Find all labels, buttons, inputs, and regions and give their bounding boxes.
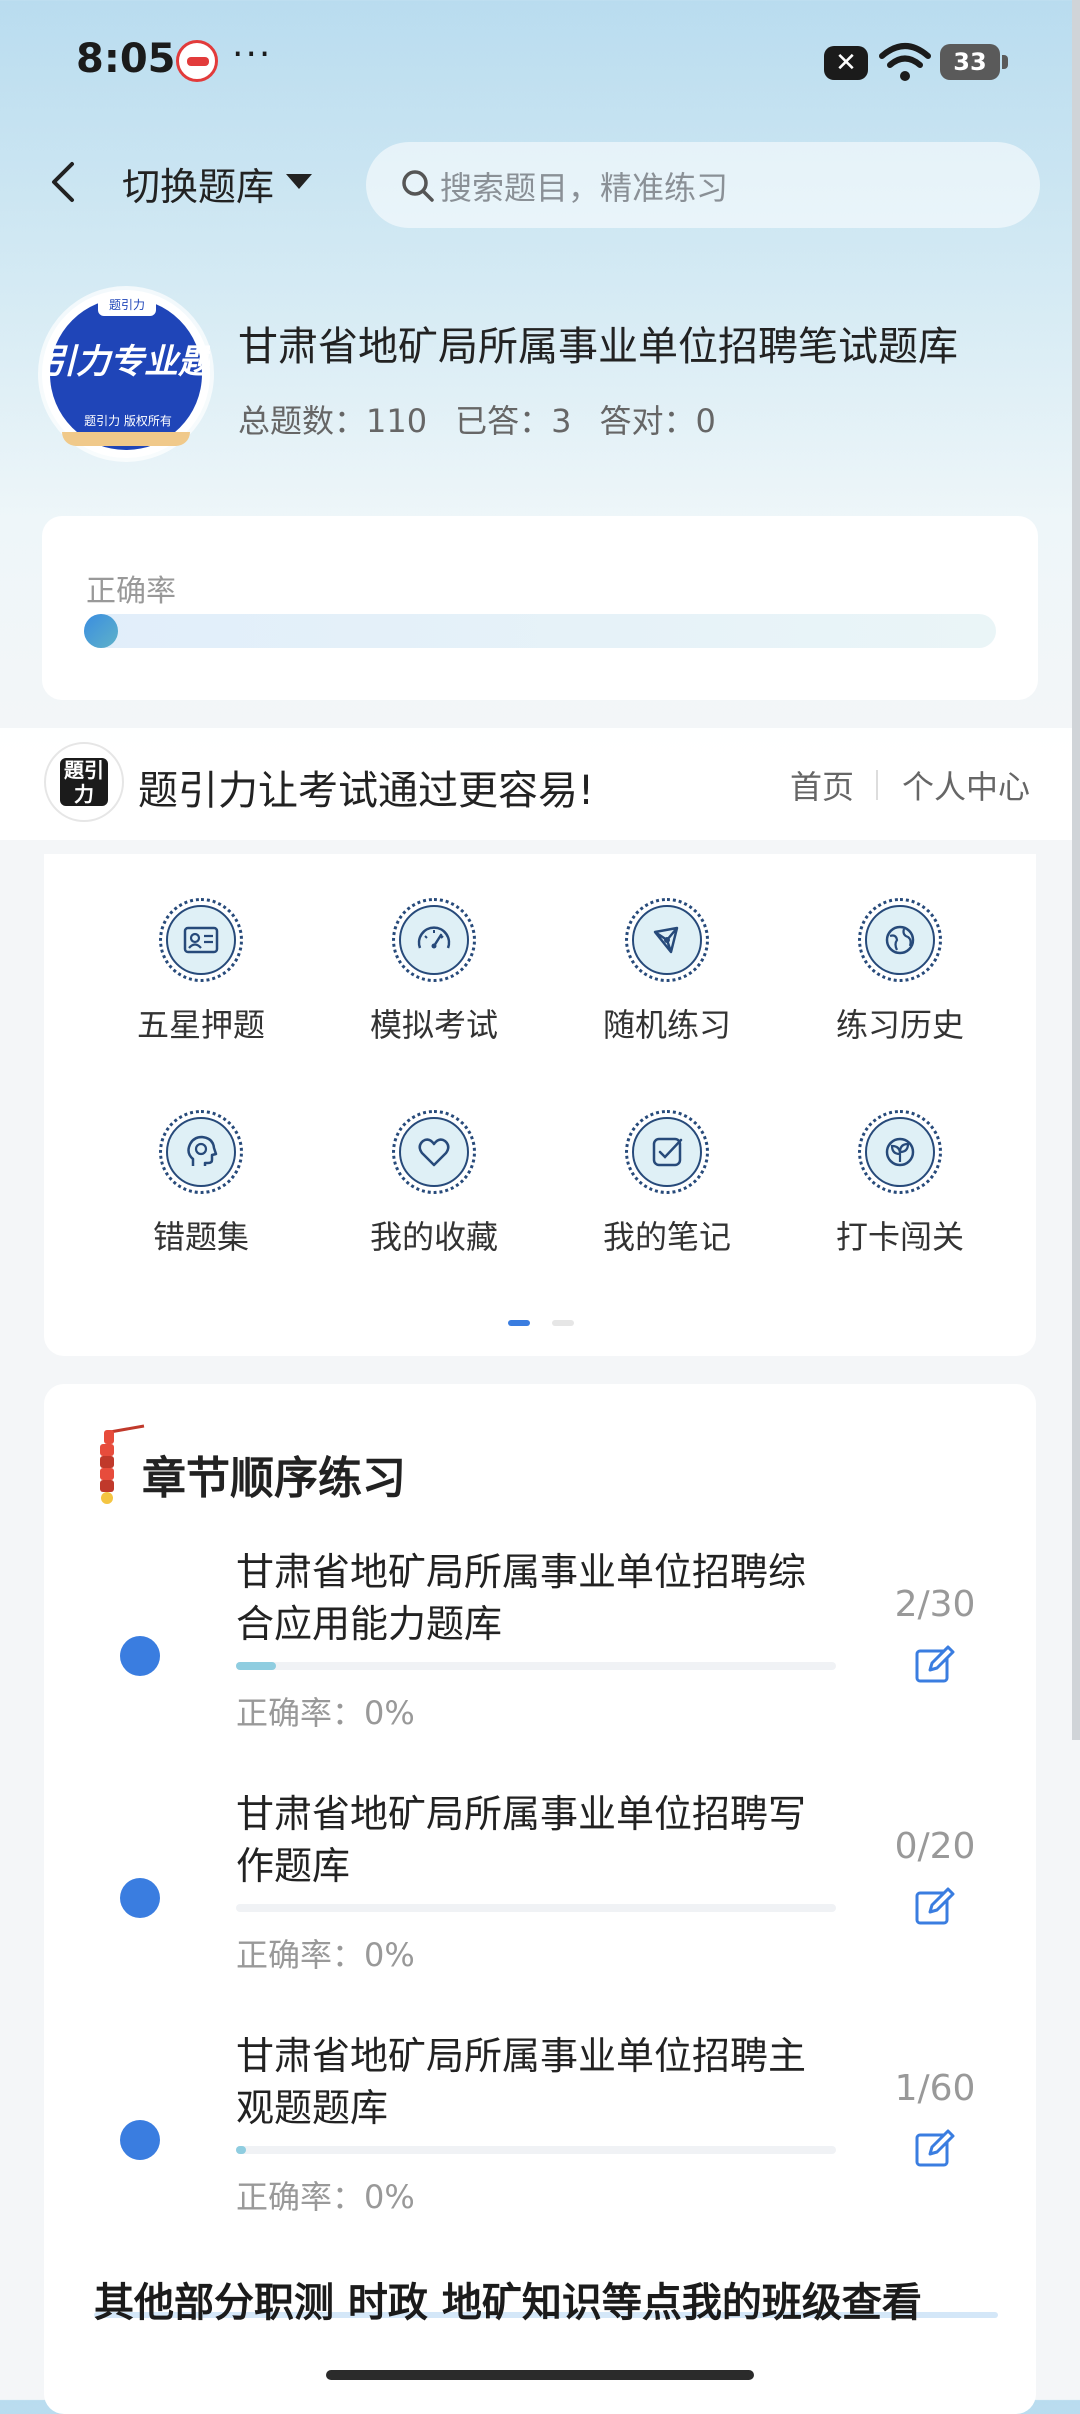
home-indicator[interactable] (326, 2370, 754, 2380)
scrollbar[interactable] (1072, 0, 1080, 1740)
edit-icon[interactable] (912, 1642, 956, 1686)
status-time: 8:05 (76, 36, 176, 82)
feature-grid: 五星押题 模拟考试 随机练习 练习历史 错题集 我的收藏 我的笔记 打卡闯关 (44, 854, 1036, 1356)
chapter-name[interactable]: 甘肃省地矿局所属事业单位招聘综合应用能力题库 (236, 1546, 836, 1650)
stat-total: 总题数：110 (238, 402, 428, 440)
sprout-icon (885, 1137, 915, 1167)
feature-notes[interactable]: 我的笔记 (550, 1110, 784, 1258)
chapter-progress (236, 2146, 836, 2154)
chapter-bullet (120, 2120, 160, 2160)
stat-answered: 已答：3 (455, 402, 572, 440)
id-card-icon (183, 926, 219, 954)
feature-label: 随机练习 (602, 1006, 731, 1044)
bank-logo-band (62, 432, 190, 446)
class-link[interactable]: 其他部分职测 时政 地矿知识等点我的班级查看 (94, 2270, 922, 2328)
chapter-accuracy: 正确率：0% (236, 1694, 415, 1732)
chapter-section-title: 章节顺序练习 (142, 1453, 406, 1504)
edit-icon[interactable] (912, 1884, 956, 1928)
feature-label: 模拟考试 (369, 1006, 498, 1044)
feature-favorites[interactable]: 我的收藏 (317, 1110, 551, 1258)
feature-label: 打卡闯关 (835, 1218, 964, 1256)
note-check-icon (652, 1137, 683, 1167)
gauge-icon (417, 926, 451, 949)
accuracy-bar (84, 614, 996, 648)
bank-stats: 总题数：110 已答：3 答对：0 (238, 396, 744, 442)
wifi-icon (879, 43, 931, 81)
feature-label: 五星押题 (136, 1006, 265, 1044)
promo-divider (876, 770, 878, 800)
app-notification-icon (176, 40, 218, 82)
feature-wrong-questions[interactable]: 错题集 (84, 1110, 318, 1258)
pager-dot-active[interactable] (508, 1320, 530, 1326)
personal-center-link[interactable]: 个人中心 (902, 762, 1030, 808)
bank-title: 甘肃省地矿局所属事业单位招聘笔试题库 (238, 324, 958, 370)
accuracy-label: 正确率 (86, 574, 176, 609)
switch-bank-button[interactable]: 切换题库 (122, 156, 274, 211)
promo-slogan: 题引力让考试通过更容易! (138, 768, 595, 814)
search-placeholder[interactable]: 搜索题目，精准练习 (440, 163, 728, 209)
pager-dot[interactable] (552, 1320, 574, 1326)
chapter-name[interactable]: 甘肃省地矿局所属事业单位招聘主观题题库 (236, 2030, 836, 2134)
feature-label: 我的笔记 (602, 1218, 731, 1256)
home-link[interactable]: 首页 (790, 762, 854, 808)
no-sim-icon: ✕ (824, 46, 868, 80)
globe-icon (885, 925, 915, 955)
chapter-bullet (120, 1636, 160, 1676)
feature-five-star[interactable]: 五星押题 (84, 898, 318, 1046)
accuracy-bar-indicator (84, 614, 118, 648)
chapter-progress (236, 1904, 836, 1912)
chapter-accuracy: 正确率：0% (236, 1936, 415, 1974)
feature-history[interactable]: 练习历史 (783, 898, 1017, 1046)
head-icon (187, 1135, 218, 1166)
chapter-count: 2/30 (894, 1584, 976, 1625)
chapter-accuracy: 正确率：0% (236, 2178, 415, 2216)
chapter-count: 0/20 (894, 1826, 976, 1867)
bank-logo-sub: 题引力 版权所有 (84, 414, 172, 428)
battery-icon: 33 (940, 44, 1008, 80)
stat-correct: 答对：0 (599, 402, 716, 440)
promo-logo-mark: 題引力 (60, 758, 108, 806)
feature-mock-exam[interactable]: 模拟考试 (317, 898, 551, 1046)
network-icon (653, 926, 679, 954)
feature-random-practice[interactable]: 随机练习 (550, 898, 784, 1046)
chapter-progress (236, 1662, 836, 1670)
bank-logo-text: 引力专业题 (42, 342, 210, 382)
search-icon (402, 170, 434, 202)
chapter-name[interactable]: 甘肃省地矿局所属事业单位招聘写作题库 (236, 1788, 836, 1892)
chapter-progress-fill (236, 2146, 247, 2154)
feature-label: 错题集 (152, 1218, 249, 1256)
chapter-item[interactable]: 甘肃省地矿局所属事业单位招聘主观题题库 正确率：0% 1/60 (0, 2024, 1080, 2224)
heart-icon (418, 1138, 450, 1167)
more-notifications-icon: ··· (232, 34, 273, 75)
accuracy-card (42, 516, 1038, 700)
feature-label: 练习历史 (835, 1006, 964, 1044)
chapter-progress-fill (236, 1662, 277, 1670)
bank-logo-top: 题引力 (98, 294, 156, 316)
chapter-bullet (120, 1878, 160, 1918)
feature-label: 我的收藏 (369, 1218, 498, 1256)
caret-down-icon[interactable] (286, 174, 312, 189)
chapter-item[interactable]: 甘肃省地矿局所属事业单位招聘写作题库 正确率：0% 0/20 (0, 1782, 1080, 1982)
edit-icon[interactable] (912, 2126, 956, 2170)
back-icon[interactable] (44, 158, 84, 206)
firecracker-icon (100, 1424, 145, 1504)
chapter-item[interactable]: 甘肃省地矿局所属事业单位招聘综合应用能力题库 正确率：0% 2/30 (0, 1540, 1080, 1740)
chapter-count: 1/60 (894, 2068, 976, 2109)
feature-check-in[interactable]: 打卡闯关 (783, 1110, 1017, 1258)
